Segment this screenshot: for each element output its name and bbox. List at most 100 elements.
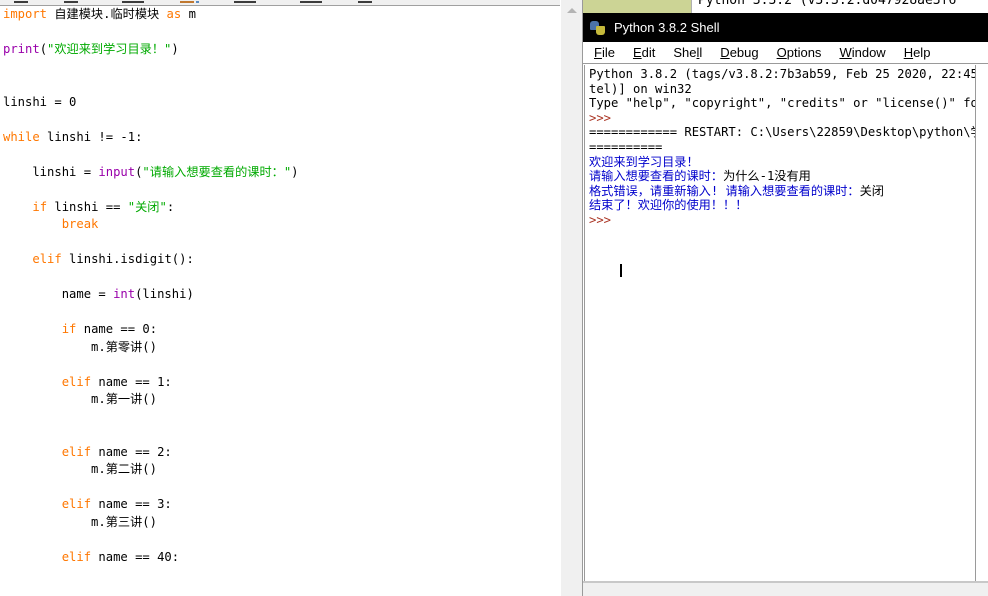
shell-menu-debug[interactable]: Debug <box>711 44 767 61</box>
shell-menubar[interactable]: File Edit Shell Debug Options Window Help <box>583 42 988 64</box>
shell-menu-edit[interactable]: Edit <box>624 44 664 61</box>
code-line: linshi = input("请输入想要查看的课时：") <box>3 164 357 182</box>
shell-line: 请输入想要查看的课时：为什么-1没有用 <box>589 169 975 184</box>
shell-titlebar[interactable]: Python 3.8.2 Shell <box>583 13 988 42</box>
code-token: name == 1: <box>91 374 172 389</box>
code-token: ( <box>39 42 48 56</box>
shell-menu-file[interactable]: File <box>585 44 624 61</box>
code-token: int <box>113 287 136 301</box>
shell-line: Python 3.8.2 (tags/v3.8.2:7b3ab59, Feb 2… <box>589 67 975 82</box>
code-token: linshi.isdigit(): <box>61 252 194 266</box>
shell-line: ========== <box>589 140 975 155</box>
code-token: name == 3: <box>91 497 172 511</box>
code-token: (linshi) <box>135 287 194 301</box>
code-line: elif linshi.isdigit(): <box>3 251 357 269</box>
code-token: linshi == <box>47 199 128 214</box>
shell-right-border <box>975 65 988 595</box>
menu-file-sliver[interactable] <box>14 1 28 3</box>
shell-line: 结束了！欢迎你的使用！！！ <box>589 198 975 213</box>
code-token: name == 0: <box>76 322 158 336</box>
code-token: elif <box>61 374 92 389</box>
code-token: elif <box>61 444 92 459</box>
shell-line: >>> <box>589 111 975 126</box>
menu-run-sliver[interactable] <box>180 1 194 3</box>
shell-token: >>> <box>589 212 619 227</box>
shell-menu-window[interactable]: Window <box>830 44 894 61</box>
code-line: while linshi != -1: <box>3 129 357 147</box>
code-token: as <box>166 7 182 21</box>
shell-line: 格式错误，请重新输入! 请输入想要查看的课时：关闭 <box>589 184 975 199</box>
shell-line: >>> <box>589 213 975 228</box>
code-token: linshi != -1: <box>39 129 143 144</box>
menu-window-sliver[interactable] <box>300 1 322 3</box>
shell-token: Python 3.8.2 (tags/v3.8.2:7b3ab59, Feb 2… <box>589 67 975 81</box>
code-line: name = int(linshi) <box>3 286 357 304</box>
code-token: 自建模块.临时模块 <box>47 7 167 21</box>
code-token: m.第零讲() <box>3 339 157 354</box>
shell-line: tel)] on win32 <box>589 82 975 97</box>
menu-options-sliver[interactable] <box>234 1 256 3</box>
shell-token: 请输入想要查看的课时： <box>589 169 724 184</box>
shell-window-title: Python 3.8.2 Shell <box>614 20 720 35</box>
shell-menu-options[interactable]: Options <box>768 44 831 61</box>
code-line: elif name == 40: <box>3 549 357 567</box>
code-line: elif name == 1: <box>3 374 357 392</box>
shell-menu-help[interactable]: Help <box>895 44 940 61</box>
code-line: import 自建模块.临时模块 as m <box>3 6 357 24</box>
menu-edit-sliver[interactable] <box>64 1 78 3</box>
code-line: m.第二讲() <box>3 461 357 479</box>
code-line: if linshi == "关闭": <box>3 199 357 217</box>
shell-menu-shell[interactable]: Shell <box>664 44 711 61</box>
code-token: input <box>98 164 136 179</box>
menu-format-sliver[interactable] <box>122 1 144 3</box>
code-line: elif name == 3: <box>3 496 357 514</box>
code-line: m.第一讲() <box>3 391 357 409</box>
python-shell-window: Python 3.8.2 Shell File Edit Shell Debug Opt… <box>583 13 988 596</box>
shell-token: tel)] on win32 <box>589 81 692 96</box>
code-token: elif <box>32 252 62 266</box>
editor-source-code[interactable]: import 自建模块.临时模块 as m print("欢迎来到学习目录！")… <box>3 6 357 596</box>
code-line: break <box>3 216 357 234</box>
code-token: break <box>61 217 99 231</box>
code-line: print("欢迎来到学习目录！") <box>3 41 357 59</box>
shell-line: 欢迎来到学习目录！ <box>589 155 975 170</box>
code-line: elif name == 2: <box>3 444 357 462</box>
menu-caret-sliver <box>196 1 199 3</box>
code-line: m.第零讲() <box>3 339 357 357</box>
shell-token: >>> <box>589 110 612 125</box>
scroll-up-arrow-icon[interactable] <box>561 1 582 21</box>
shell-token: Type "help", "copyright", "credits" or "… <box>589 96 975 111</box>
code-token: elif <box>61 549 92 564</box>
desktop-background-sliver <box>583 0 691 13</box>
menu-help-sliver[interactable] <box>358 1 372 3</box>
code-token: name == 40: <box>91 549 180 564</box>
code-token: elif <box>61 497 92 511</box>
code-token: if <box>32 199 48 214</box>
editor-vertical-scrollbar[interactable] <box>560 0 583 596</box>
code-token: name = <box>3 287 114 301</box>
code-token: m.第一讲() <box>3 392 157 406</box>
background-window-sliver[interactable]: Python 3.3.2 (v3.3.2:d047928ae3f6 <box>691 0 988 13</box>
shell-token: 格式错误，请重新输入! 请输入想要查看的课时： <box>589 183 860 198</box>
code-token: m <box>181 7 196 21</box>
editor-text-area[interactable]: import 自建模块.临时模块 as m print("欢迎来到学习目录！")… <box>0 6 558 596</box>
shell-line: ============ RESTART: C:\Users\22859\Des… <box>589 125 975 140</box>
shell-output-area[interactable]: Python 3.8.2 (tags/v3.8.2:7b3ab59, Feb 2… <box>584 65 975 595</box>
code-token: "请输入想要查看的课时：" <box>142 164 292 179</box>
